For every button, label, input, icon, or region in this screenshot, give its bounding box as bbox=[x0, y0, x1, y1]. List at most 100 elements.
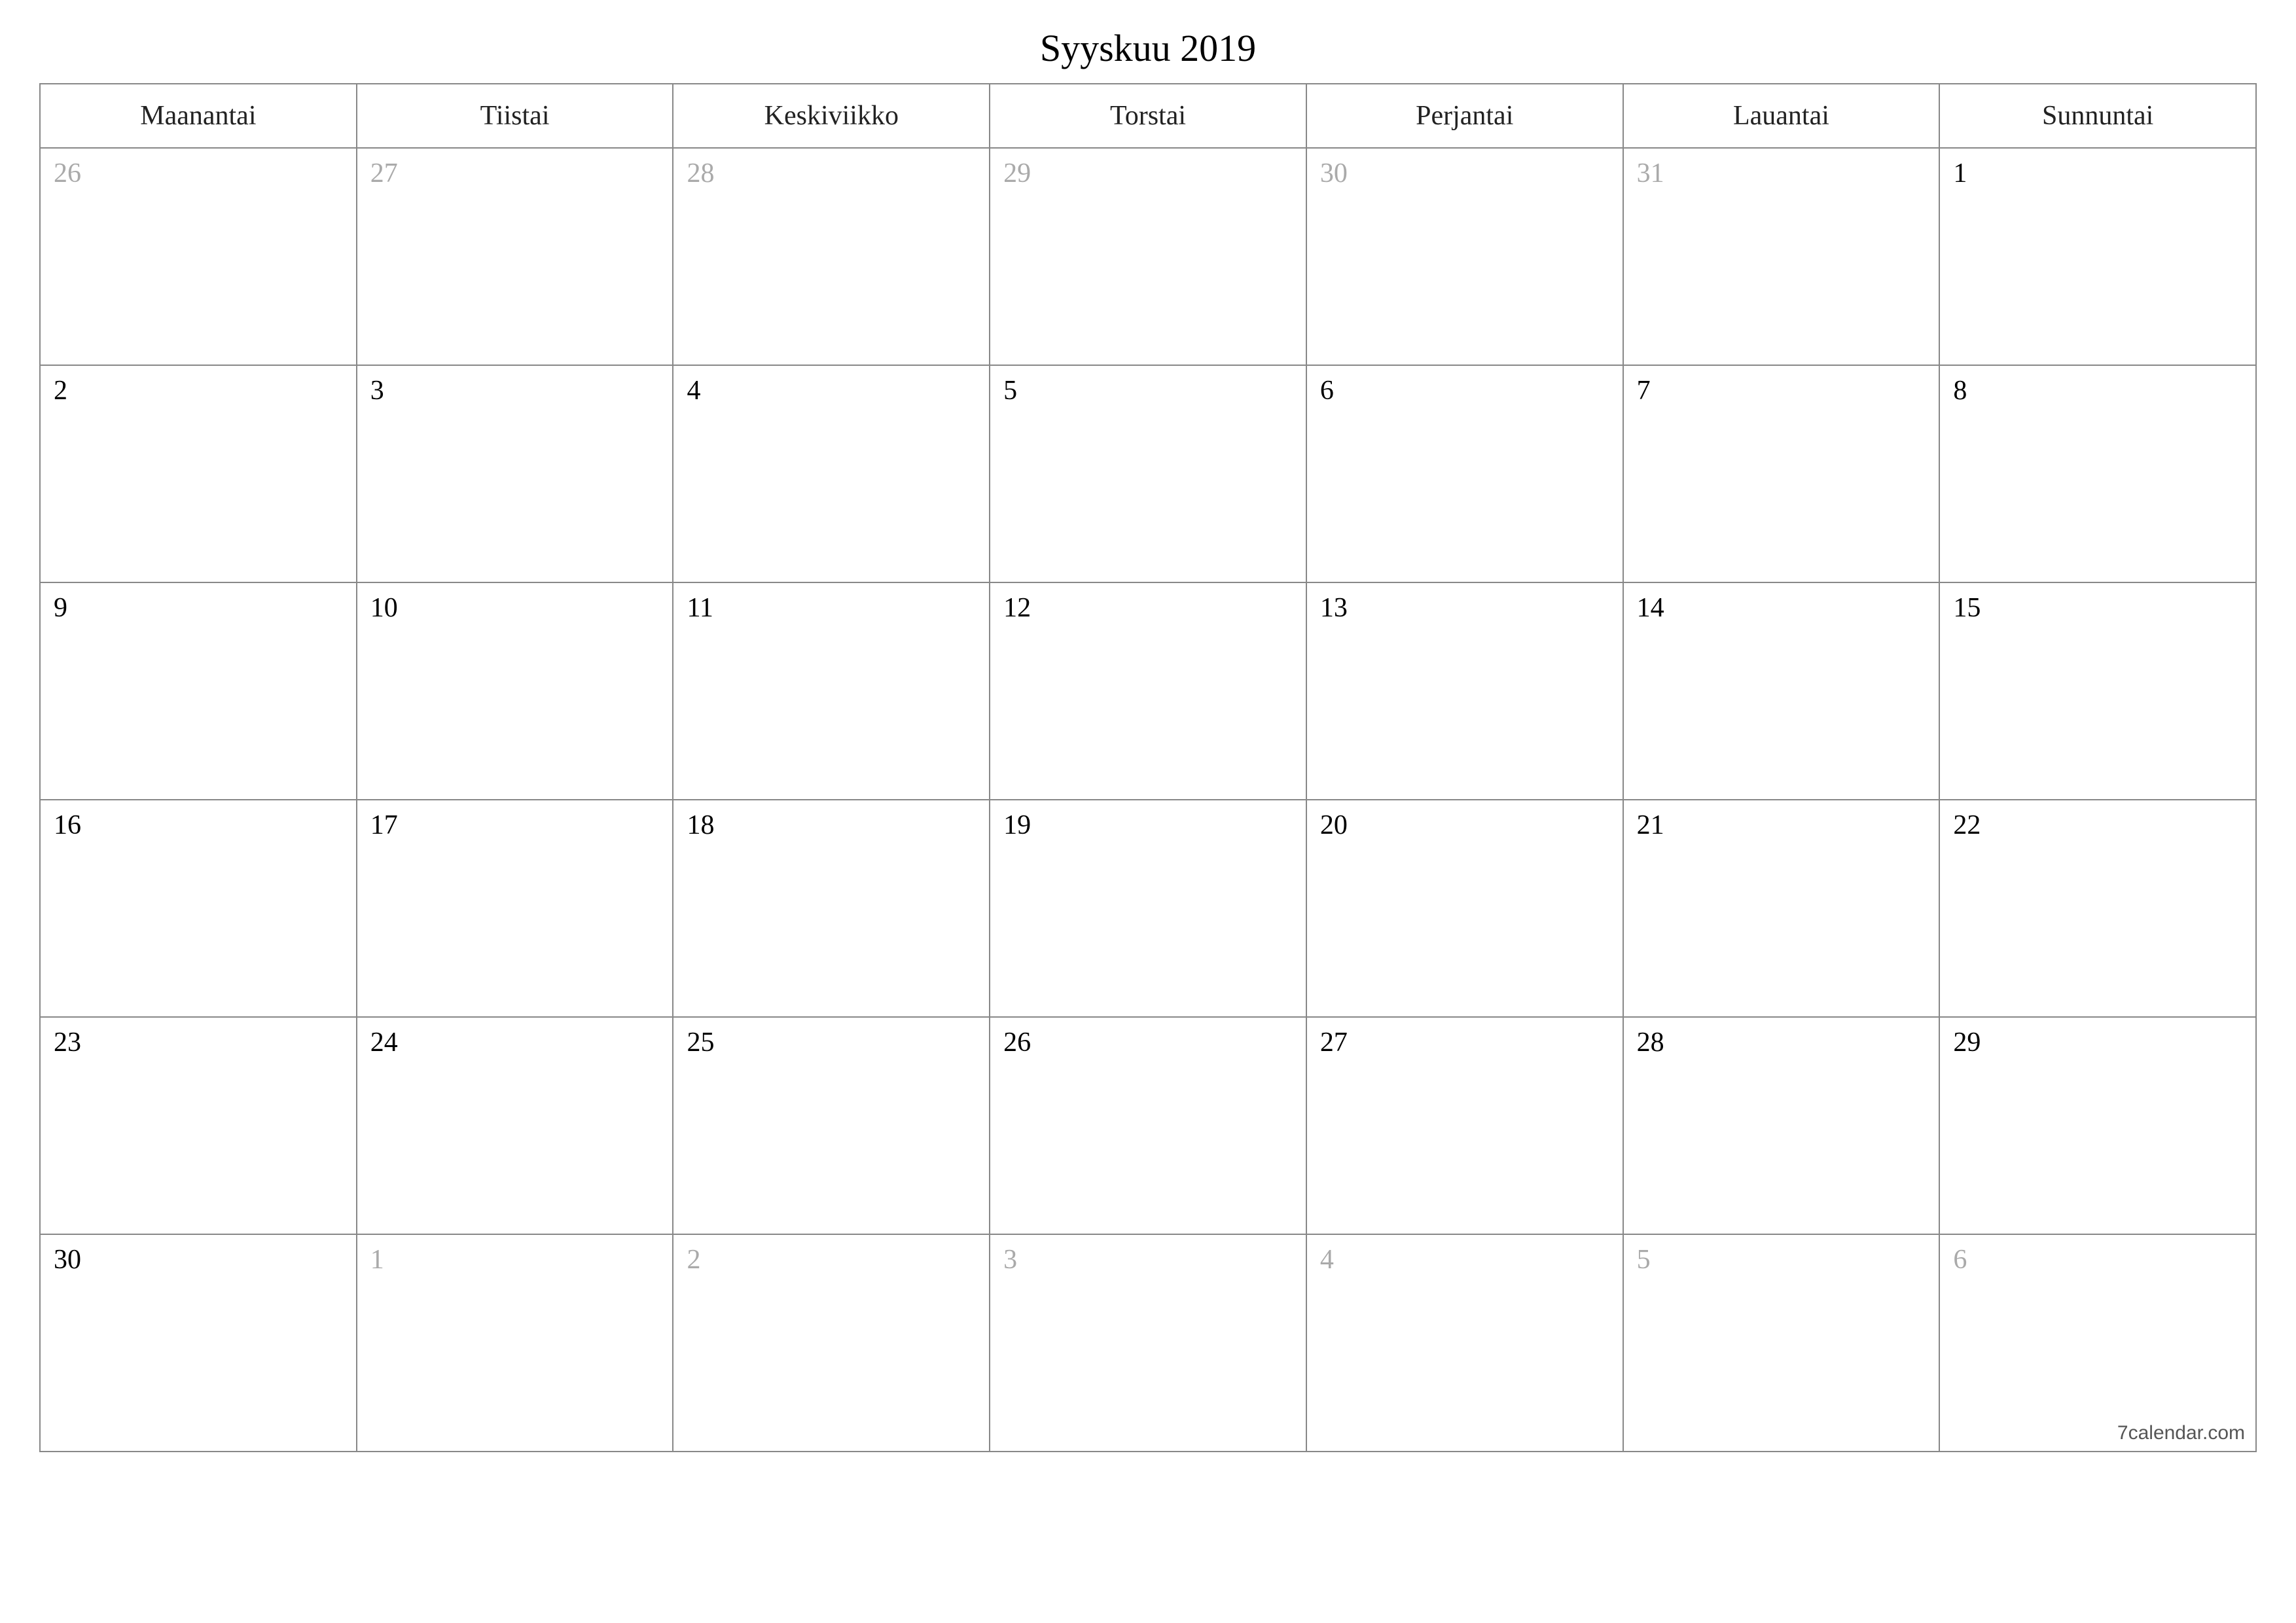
day-cell: 3 bbox=[357, 366, 674, 582]
day-number: 19 bbox=[1003, 810, 1293, 841]
day-number: 12 bbox=[1003, 592, 1293, 624]
day-number: 31 bbox=[1637, 158, 1926, 189]
weekday-header: Maanantai bbox=[41, 84, 357, 147]
day-number: 2 bbox=[54, 375, 343, 406]
day-cell: 30 bbox=[1307, 149, 1624, 365]
weekday-header-row: Maanantai Tiistai Keskiviikko Torstai Pe… bbox=[41, 84, 2255, 149]
day-number: 1 bbox=[370, 1244, 660, 1275]
day-number: 2 bbox=[687, 1244, 976, 1275]
week-row: 30 123456 7calendar.com bbox=[41, 1235, 2255, 1451]
day-cell: 28 bbox=[1624, 1018, 1941, 1234]
day-cell: 16 bbox=[41, 800, 357, 1016]
day-number: 28 bbox=[1637, 1027, 1926, 1058]
day-cell: 28 bbox=[673, 149, 990, 365]
week-row: 23 24 25 26 27 28 29 bbox=[41, 1018, 2255, 1235]
day-cell: 5 bbox=[990, 366, 1307, 582]
week-row: 16 17 18 19 20 21 22 bbox=[41, 800, 2255, 1018]
day-cell: 13 bbox=[1307, 583, 1624, 799]
day-cell: 25 bbox=[673, 1018, 990, 1234]
day-number: 29 bbox=[1953, 1027, 2242, 1058]
day-number: 26 bbox=[54, 158, 343, 189]
day-cell: 4 bbox=[673, 366, 990, 582]
day-cell: 6 bbox=[1307, 366, 1624, 582]
day-cell: 19 bbox=[990, 800, 1307, 1016]
day-number: 29 bbox=[1003, 158, 1293, 189]
day-number: 18 bbox=[687, 810, 976, 841]
day-number: 23 bbox=[54, 1027, 343, 1058]
day-cell: 31 bbox=[1624, 149, 1941, 365]
day-cell: 29 bbox=[1940, 1018, 2255, 1234]
day-cell: 18 bbox=[673, 800, 990, 1016]
day-number: 27 bbox=[1320, 1027, 1609, 1058]
day-number: 25 bbox=[687, 1027, 976, 1058]
day-number: 10 bbox=[370, 592, 660, 624]
day-cell: 27 bbox=[1307, 1018, 1624, 1234]
day-number: 16 bbox=[54, 810, 343, 841]
day-number: 24 bbox=[370, 1027, 660, 1058]
day-number: 22 bbox=[1953, 810, 2242, 841]
day-cell: 2 bbox=[673, 1235, 990, 1451]
week-row: 26 27 28 29 30 31 1 bbox=[41, 149, 2255, 366]
day-number: 30 bbox=[54, 1244, 343, 1275]
day-cell: 27 bbox=[357, 149, 674, 365]
day-number: 4 bbox=[687, 375, 976, 406]
week-row: 2345678 bbox=[41, 366, 2255, 583]
calendar-title: Syyskuu 2019 bbox=[39, 26, 2257, 70]
weekday-header: Sunnuntai bbox=[1940, 84, 2255, 147]
day-number: 21 bbox=[1637, 810, 1926, 841]
weekday-header: Perjantai bbox=[1307, 84, 1624, 147]
day-cell: 1 bbox=[1940, 149, 2255, 365]
day-cell: 20 bbox=[1307, 800, 1624, 1016]
day-cell: 21 bbox=[1624, 800, 1941, 1016]
day-cell: 3 bbox=[990, 1235, 1307, 1451]
day-cell: 17 bbox=[357, 800, 674, 1016]
weekday-header: Torstai bbox=[990, 84, 1307, 147]
day-cell: 14 bbox=[1624, 583, 1941, 799]
day-number: 1 bbox=[1953, 158, 2242, 189]
day-cell: 9 bbox=[41, 583, 357, 799]
day-cell: 11 bbox=[673, 583, 990, 799]
day-cell: 29 bbox=[990, 149, 1307, 365]
day-number: 14 bbox=[1637, 592, 1926, 624]
day-cell: 2 bbox=[41, 366, 357, 582]
day-number: 26 bbox=[1003, 1027, 1293, 1058]
day-cell: 5 bbox=[1624, 1235, 1941, 1451]
day-cell: 26 bbox=[990, 1018, 1307, 1234]
day-cell: 10 bbox=[357, 583, 674, 799]
day-number: 20 bbox=[1320, 810, 1609, 841]
weekday-header: Keskiviikko bbox=[673, 84, 990, 147]
day-number: 8 bbox=[1953, 375, 2242, 406]
day-cell: 22 bbox=[1940, 800, 2255, 1016]
day-cell: 26 bbox=[41, 149, 357, 365]
day-number: 17 bbox=[370, 810, 660, 841]
day-number: 11 bbox=[687, 592, 976, 624]
day-number: 6 bbox=[1953, 1244, 2242, 1275]
footer-credit: 7calendar.com bbox=[2117, 1422, 2245, 1444]
day-cell: 7 bbox=[1624, 366, 1941, 582]
day-number: 3 bbox=[1003, 1244, 1293, 1275]
day-cell: 23 bbox=[41, 1018, 357, 1234]
day-number: 7 bbox=[1637, 375, 1926, 406]
day-cell: 15 bbox=[1940, 583, 2255, 799]
day-number: 4 bbox=[1320, 1244, 1609, 1275]
weekday-header: Lauantai bbox=[1624, 84, 1941, 147]
day-cell: 6 7calendar.com bbox=[1940, 1235, 2255, 1451]
day-number: 13 bbox=[1320, 592, 1609, 624]
weekday-header: Tiistai bbox=[357, 84, 674, 147]
day-cell: 4 bbox=[1307, 1235, 1624, 1451]
day-number: 30 bbox=[1320, 158, 1609, 189]
calendar-grid: Maanantai Tiistai Keskiviikko Torstai Pe… bbox=[39, 83, 2257, 1452]
day-number: 28 bbox=[687, 158, 976, 189]
day-number: 9 bbox=[54, 592, 343, 624]
day-cell: 30 bbox=[41, 1235, 357, 1451]
day-cell: 24 bbox=[357, 1018, 674, 1234]
day-number: 5 bbox=[1003, 375, 1293, 406]
day-number: 15 bbox=[1953, 592, 2242, 624]
day-cell: 1 bbox=[357, 1235, 674, 1451]
day-cell: 8 bbox=[1940, 366, 2255, 582]
day-cell: 12 bbox=[990, 583, 1307, 799]
day-number: 3 bbox=[370, 375, 660, 406]
day-number: 5 bbox=[1637, 1244, 1926, 1275]
day-number: 27 bbox=[370, 158, 660, 189]
week-row: 9 10 11 12 13 14 15 bbox=[41, 583, 2255, 800]
